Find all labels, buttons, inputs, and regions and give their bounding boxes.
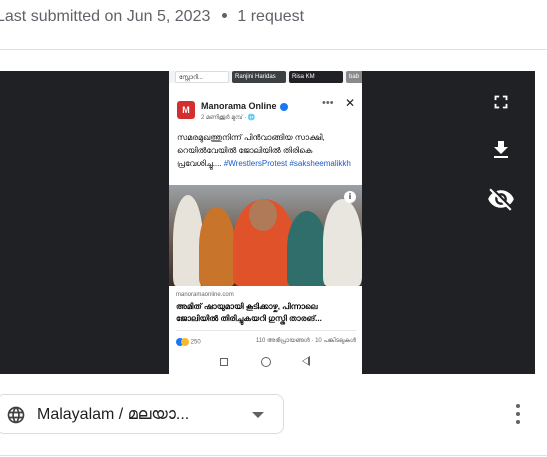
download-icon (494, 141, 508, 158)
story-item: bab (346, 71, 362, 83)
photo-figure (199, 207, 235, 286)
submission-header: Last submitted on Jun 5, 2023 1 request (0, 0, 547, 50)
back-icon (302, 356, 310, 366)
post-text: സമരമുഖത്തുനിന്ന് പിൻവാങ്ങിയ സാക്ഷി, റെയി… (177, 131, 357, 170)
screenshot-image[interactable]: സ്റ്റോറി... Ranjini Haridas Risa KM bab … (169, 71, 362, 374)
screenshot-viewer: സ്റ്റോറി... Ranjini Haridas Risa KM bab … (0, 71, 535, 374)
submission-meta: Last submitted on Jun 5, 2023 1 request (0, 8, 304, 26)
separator-dot (222, 12, 228, 18)
link-source: manoramaonline.com (176, 292, 234, 298)
page-logo: M (177, 101, 195, 119)
story-item: Ranjini Haridas (232, 71, 286, 83)
page-name-text: Manorama Online (201, 101, 277, 111)
story-item: Risa KM (289, 71, 343, 83)
divider (0, 455, 547, 456)
more-options-icon: ••• (322, 97, 334, 109)
post-photo: i (169, 185, 362, 286)
download-button[interactable] (486, 135, 516, 165)
globe-icon (7, 406, 25, 424)
photo-figure (287, 211, 327, 286)
last-submitted-text: Last submitted on Jun 5, 2023 (0, 8, 211, 25)
close-icon: ✕ (345, 96, 356, 110)
page-name: Manorama Online (201, 101, 288, 111)
verified-badge-icon (279, 102, 288, 111)
stories-strip: സ്റ്റോറി... Ranjini Haridas Risa KM bab (169, 71, 362, 83)
reaction-count: 250 (190, 339, 201, 346)
language-selector[interactable]: Malayalam / മലയാ... (0, 394, 284, 434)
hide-screenshot-button[interactable] (486, 184, 516, 214)
visibility-off-icon (488, 188, 514, 211)
story-item: സ്റ്റോറി... (175, 71, 229, 83)
fullscreen-button[interactable] (486, 87, 516, 117)
comments-shares: 110 അഭിപ്രായങ്ങൾ · 10 പങ്കിടലുകൾ (255, 338, 356, 344)
reactions: 250 (176, 338, 201, 346)
divider (176, 330, 356, 331)
photo-figure-head (249, 199, 277, 231)
chevron-down-icon (252, 412, 264, 418)
recents-icon (220, 358, 228, 366)
request-count: 1 request (237, 8, 305, 25)
haha-reaction-icon (181, 338, 189, 346)
more-vert-icon[interactable] (511, 403, 525, 425)
android-nav-bar (169, 352, 362, 374)
photo-figure (323, 199, 362, 286)
language-label: Malayalam / മലയാ... (37, 406, 190, 423)
post-time: 2 മണിക്കൂർ മുമ്പ് · 🌐 (201, 115, 256, 121)
info-icon: i (344, 191, 356, 203)
fullscreen-icon (494, 95, 508, 109)
post-hashtags: #WrestlersProtest #saksheemalikkh (223, 159, 351, 168)
link-title: അമിത് ഷായുമായി കൂടിക്കാഴ്ച, പിന്നാലെ ജോല… (176, 302, 322, 323)
post-header: M Manorama Online 2 മണിക്കൂർ മുമ്പ് · 🌐 … (177, 96, 357, 125)
home-icon (261, 357, 271, 367)
